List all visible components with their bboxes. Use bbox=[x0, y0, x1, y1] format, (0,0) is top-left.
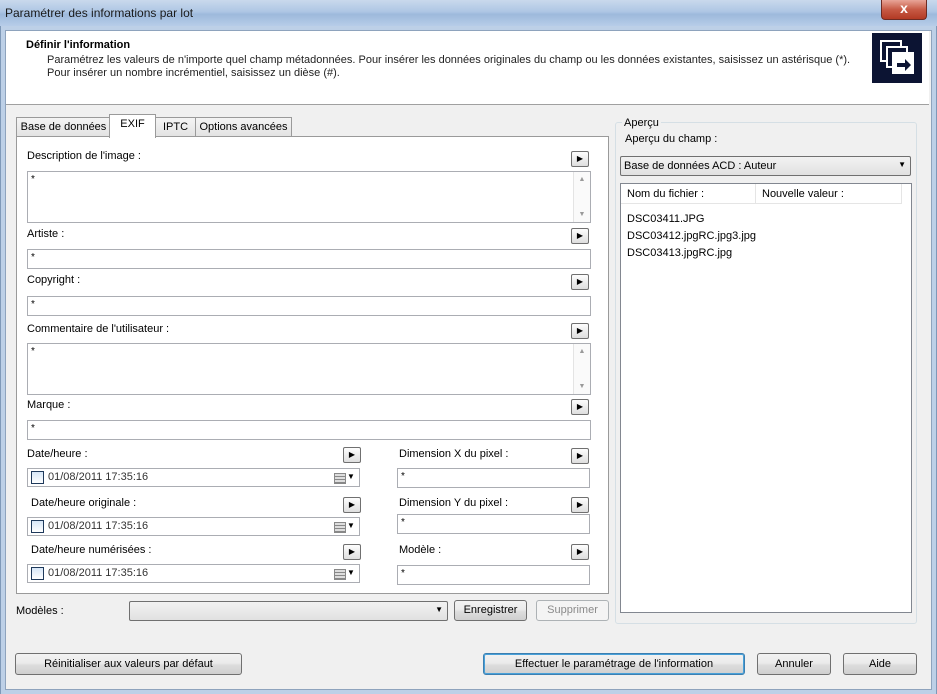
marque-value: * bbox=[31, 423, 35, 434]
date-numerisee-value: 01/08/2011 17:35:16 bbox=[48, 567, 149, 579]
column-header-filename[interactable]: Nom du fichier : bbox=[621, 184, 756, 204]
marque-insert-button[interactable]: ▶ bbox=[571, 399, 589, 415]
preview-field-selected: Base de données ACD : Auteur bbox=[624, 160, 777, 172]
templates-label: Modèles : bbox=[16, 605, 64, 617]
commentaire-scrollbar[interactable]: ▲ ▼ bbox=[573, 344, 590, 394]
copyright-insert-button[interactable]: ▶ bbox=[571, 274, 589, 290]
scroll-up-icon[interactable]: ▲ bbox=[574, 176, 590, 183]
scroll-down-icon[interactable]: ▼ bbox=[574, 211, 590, 218]
chevron-down-icon: ▼ bbox=[435, 605, 443, 614]
commentaire-insert-button[interactable]: ▶ bbox=[571, 323, 589, 339]
calendar-icon[interactable] bbox=[334, 522, 346, 533]
description-label: Description de l'image : bbox=[27, 150, 141, 162]
description-scrollbar[interactable]: ▲ ▼ bbox=[573, 172, 590, 222]
tab-options-avancees[interactable]: Options avancées bbox=[195, 117, 292, 136]
chevron-down-icon: ▼ bbox=[898, 160, 906, 169]
copyright-input[interactable]: * bbox=[27, 296, 591, 316]
modele-value: * bbox=[401, 568, 405, 579]
date-heure-picker[interactable]: 01/08/2011 17:35:16 ▼ bbox=[27, 468, 360, 487]
preview-field-select[interactable]: Base de données ACD : Auteur ▼ bbox=[620, 156, 911, 176]
chevron-down-icon[interactable]: ▼ bbox=[347, 472, 355, 481]
scroll-up-icon[interactable]: ▲ bbox=[574, 348, 590, 355]
dim-y-insert-button[interactable]: ▶ bbox=[571, 497, 589, 513]
tab-iptc[interactable]: IPTC bbox=[154, 117, 197, 136]
cancel-button[interactable]: Annuler bbox=[757, 653, 831, 675]
reset-defaults-button[interactable]: Réinitialiser aux valeurs par défaut bbox=[15, 653, 242, 675]
date-numerisee-picker[interactable]: 01/08/2011 17:35:16 ▼ bbox=[27, 564, 360, 583]
date-originale-label: Date/heure originale : bbox=[31, 497, 137, 509]
column-header-new-value[interactable]: Nouvelle valeur : bbox=[756, 184, 902, 204]
list-item[interactable]: DSC03412.jpgRC.jpg3.jpg bbox=[627, 230, 756, 242]
date-originale-insert-button[interactable]: ▶ bbox=[343, 497, 361, 513]
templates-select[interactable]: ▼ bbox=[129, 601, 448, 621]
dim-x-label: Dimension X du pixel : bbox=[399, 448, 509, 460]
calendar-icon[interactable] bbox=[334, 569, 346, 580]
close-button[interactable]: x bbox=[881, 0, 927, 20]
date-heure-insert-button[interactable]: ▶ bbox=[343, 447, 361, 463]
chevron-down-icon[interactable]: ▼ bbox=[347, 568, 355, 577]
dim-y-label: Dimension Y du pixel : bbox=[399, 497, 509, 509]
date-heure-label: Date/heure : bbox=[27, 448, 88, 460]
dim-x-value: * bbox=[401, 471, 405, 482]
list-item[interactable]: DSC03413.jpgRC.jpg bbox=[627, 247, 732, 259]
scroll-down-icon[interactable]: ▼ bbox=[574, 383, 590, 390]
dim-x-input[interactable]: * bbox=[397, 468, 590, 488]
marque-label: Marque : bbox=[27, 399, 71, 411]
window-title: Paramétrer des informations par lot bbox=[5, 6, 194, 20]
date-numerisee-label: Date/heure numérisées : bbox=[31, 544, 152, 556]
modele-input[interactable]: * bbox=[397, 565, 590, 585]
date-originale-value: 01/08/2011 17:35:16 bbox=[48, 520, 149, 532]
description-insert-button[interactable]: ▶ bbox=[571, 151, 589, 167]
copyright-value: * bbox=[31, 299, 35, 310]
modele-label: Modèle : bbox=[399, 544, 442, 556]
chevron-down-icon[interactable]: ▼ bbox=[347, 521, 355, 530]
date-numerisee-insert-button[interactable]: ▶ bbox=[343, 544, 361, 560]
artiste-label: Artiste : bbox=[27, 228, 65, 240]
apply-button[interactable]: Effectuer le paramétrage de l'informatio… bbox=[483, 653, 745, 675]
preview-field-label: Aperçu du champ : bbox=[625, 133, 718, 145]
date-originale-picker[interactable]: 01/08/2011 17:35:16 ▼ bbox=[27, 517, 360, 536]
date-numerisee-checkbox[interactable] bbox=[31, 567, 44, 580]
calendar-icon[interactable] bbox=[334, 473, 346, 484]
tab-exif[interactable]: EXIF bbox=[109, 114, 156, 138]
description-value: * bbox=[31, 174, 35, 185]
tab-base-de-donnees[interactable]: Base de données bbox=[16, 117, 111, 136]
help-button[interactable]: Aide bbox=[843, 653, 917, 675]
date-heure-value: 01/08/2011 17:35:16 bbox=[48, 471, 149, 483]
dim-x-insert-button[interactable]: ▶ bbox=[571, 448, 589, 464]
artiste-insert-button[interactable]: ▶ bbox=[571, 228, 589, 244]
marque-input[interactable]: * bbox=[27, 420, 591, 440]
copyright-label: Copyright : bbox=[27, 274, 81, 286]
preview-group-title: Aperçu bbox=[622, 117, 661, 129]
artiste-value: * bbox=[31, 252, 35, 263]
dim-y-input[interactable]: * bbox=[397, 514, 590, 534]
batch-info-icon bbox=[872, 33, 922, 83]
commentaire-label: Commentaire de l'utilisateur : bbox=[27, 323, 170, 335]
header-description: Paramétrez les valeurs de n'importe quel… bbox=[47, 54, 851, 79]
save-template-button[interactable]: Enregistrer bbox=[454, 600, 527, 621]
modele-insert-button[interactable]: ▶ bbox=[571, 544, 589, 560]
description-textarea[interactable]: * ▲ ▼ bbox=[27, 171, 591, 223]
date-heure-checkbox[interactable] bbox=[31, 471, 44, 484]
artiste-input[interactable]: * bbox=[27, 249, 591, 269]
delete-template-button[interactable]: Supprimer bbox=[536, 600, 609, 621]
commentaire-value: * bbox=[31, 346, 35, 357]
dim-y-value: * bbox=[401, 517, 405, 528]
date-originale-checkbox[interactable] bbox=[31, 520, 44, 533]
commentaire-textarea[interactable]: * ▲ ▼ bbox=[27, 343, 591, 395]
list-item[interactable]: DSC03411.JPG bbox=[627, 213, 704, 225]
header-title: Définir l'information bbox=[26, 39, 131, 51]
